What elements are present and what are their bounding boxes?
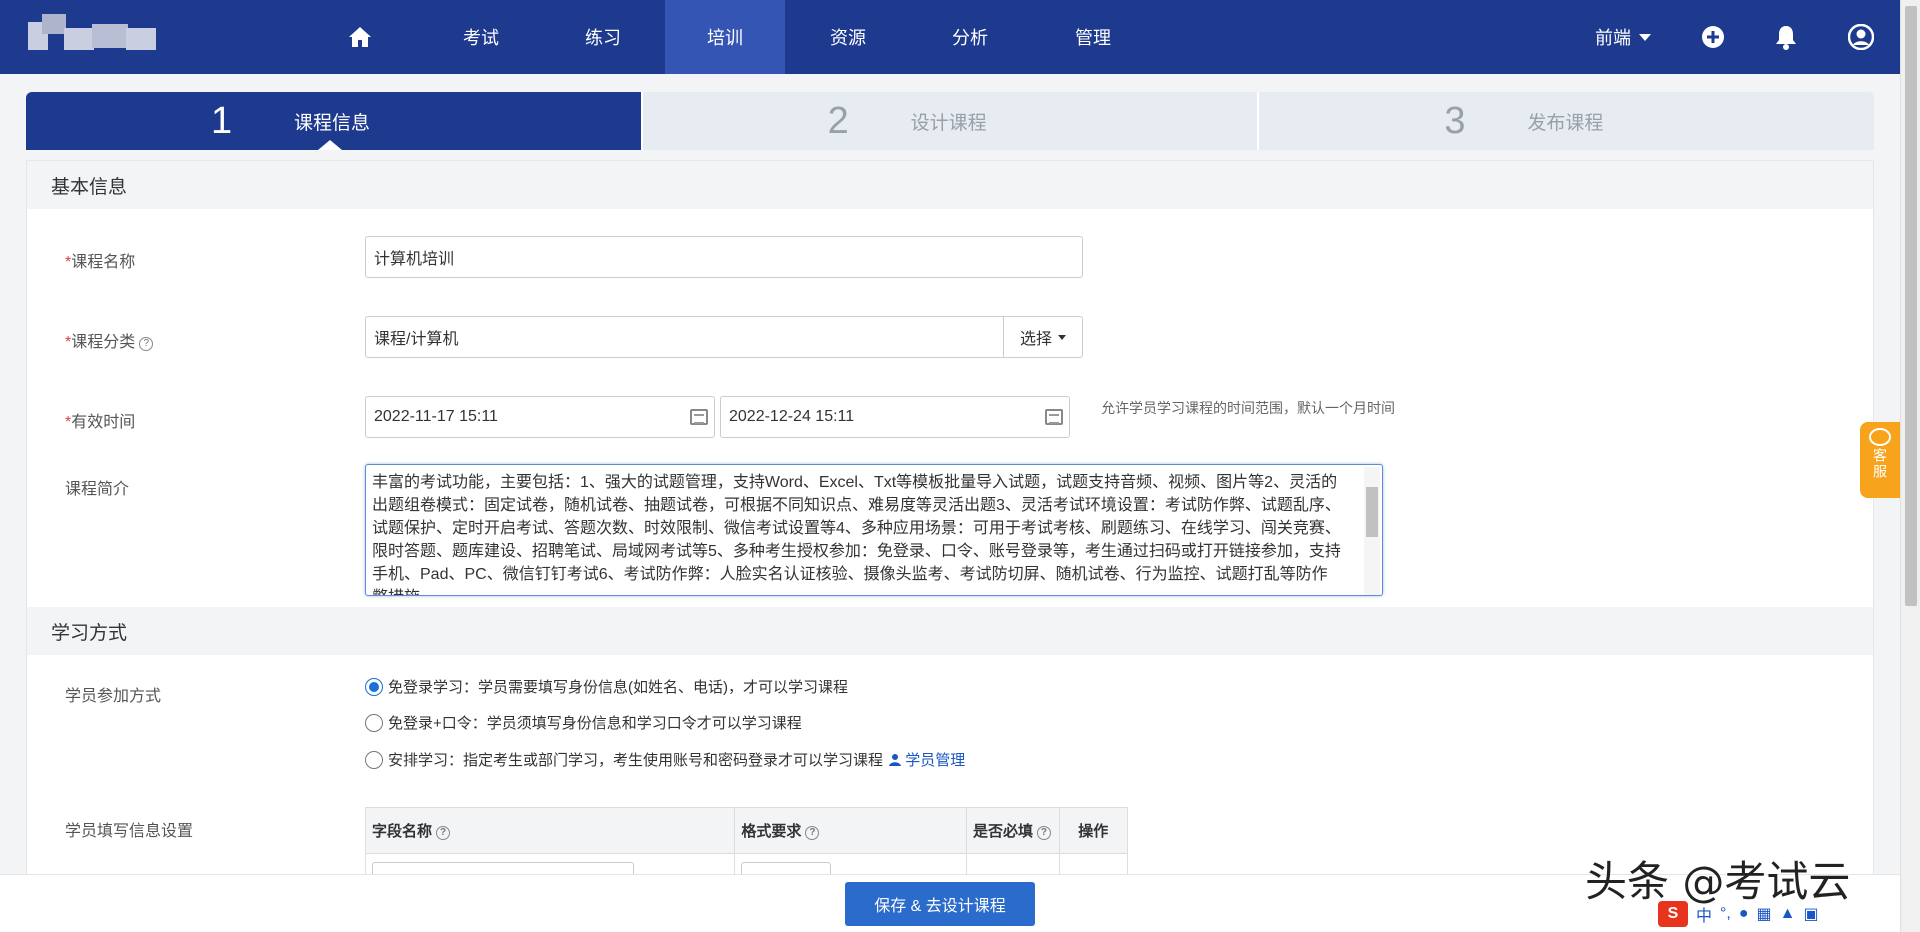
course-form: 基本信息 *课程名称 计算机培训 *课程分类? 课程/计算机 选择 *有效时间 …	[26, 160, 1874, 891]
end-time-input[interactable]: 2022-12-24 15:11	[720, 396, 1070, 438]
nav-exam[interactable]: 考试	[421, 0, 541, 74]
help-icon[interactable]: ?	[805, 826, 820, 840]
section-study-mode: 学习方式	[27, 607, 1873, 655]
step-number: 2	[827, 99, 849, 142]
add-button[interactable]	[1701, 0, 1725, 74]
chevron-down-icon	[1639, 33, 1651, 41]
nav-practice[interactable]: 练习	[543, 0, 663, 74]
logo[interactable]	[28, 14, 168, 58]
join-option-free-login[interactable]: 免登录学习：学员需要填写身份信息(如姓名、电话)，才可以学习课程	[365, 676, 848, 697]
start-time-value: 2022-11-17 15:11	[374, 408, 498, 425]
course-category-label: *课程分类?	[65, 328, 154, 352]
help-icon[interactable]: ?	[1036, 826, 1051, 840]
nav-analysis[interactable]: 分析	[910, 0, 1030, 74]
keyboard-icon: ▦	[1756, 906, 1772, 923]
headset-icon	[1869, 428, 1891, 446]
student-management-link[interactable]: 学员管理	[889, 749, 965, 770]
save-and-design-button[interactable]: 保存 & 去设计课程	[845, 882, 1035, 926]
textarea-scrollbar[interactable]	[1364, 467, 1380, 595]
skin-icon: ▲	[1779, 905, 1796, 922]
section-basic-info: 基本信息	[27, 161, 1873, 209]
plus-circle-icon	[1702, 26, 1724, 48]
toolbox-icon: ▣	[1803, 906, 1819, 923]
valid-time-hint: 允许学员学习课程的时间范围，默认一个月时间	[1101, 400, 1395, 416]
calendar-icon[interactable]	[690, 409, 708, 425]
join-option-password[interactable]: 免登录+口令：学员须填写身份信息和学习口令才可以学习课程	[365, 712, 802, 733]
col-format: 格式要求?	[734, 807, 967, 854]
bell-icon	[1776, 26, 1796, 50]
caret-down-icon	[1058, 334, 1066, 340]
step-label: 设计课程	[910, 112, 987, 134]
valid-time-label: *有效时间	[65, 414, 136, 431]
service-label: 客服	[1872, 448, 1888, 480]
join-option-assigned[interactable]: 安排学习：指定考生或部门学习，考生使用账号和密码登录才可以学习课程 学员管理	[365, 749, 965, 770]
home-icon	[349, 27, 371, 47]
end-time-value: 2022-12-24 15:11	[729, 408, 855, 425]
radio-button[interactable]	[365, 677, 383, 696]
step-number: 1	[211, 99, 233, 142]
start-time-input[interactable]: 2022-11-17 15:11	[365, 396, 715, 438]
profile-button[interactable]	[1848, 0, 1874, 74]
user-menu[interactable]: 前端	[1595, 0, 1651, 74]
course-name-label: *课程名称	[65, 254, 136, 271]
course-steps: 1 课程信息 2 设计课程 3 发布课程	[26, 92, 1874, 150]
page-scrollbar[interactable]	[1900, 0, 1920, 932]
sogou-icon: S	[1658, 901, 1688, 927]
step-number: 3	[1444, 99, 1466, 142]
help-icon[interactable]: ?	[139, 337, 154, 351]
user-icon	[889, 754, 902, 766]
radio-button[interactable]	[365, 750, 383, 769]
course-intro-textarea[interactable]: 丰富的考试功能，主要包括：1、强大的试题管理，支持Word、Excel、Txt等…	[365, 464, 1383, 596]
col-required: 是否必填?	[965, 807, 1060, 854]
step-label: 课程信息	[294, 112, 371, 134]
microphone-icon: ●	[1738, 905, 1749, 922]
top-navbar: 考试 练习 培训 资源 分析 管理 前端	[0, 0, 1900, 74]
nav-training[interactable]: 培训	[665, 0, 785, 74]
course-name-input[interactable]: 计算机培训	[365, 236, 1083, 278]
nav-management[interactable]: 管理	[1033, 0, 1153, 74]
help-icon[interactable]: ?	[436, 826, 451, 840]
col-field-name: 字段名称?	[364, 807, 736, 854]
join-mode-label: 学员参加方式	[65, 688, 162, 705]
info-settings-label: 学员填写信息设置	[65, 823, 194, 840]
calendar-icon[interactable]	[1045, 409, 1063, 425]
nav-resources[interactable]: 资源	[788, 0, 908, 74]
ime-mode-label: 中	[1696, 908, 1713, 925]
category-select-button[interactable]: 选择	[1003, 316, 1083, 358]
step-publish-course[interactable]: 3 发布课程	[1257, 92, 1874, 150]
radio-button[interactable]	[365, 713, 383, 732]
user-menu-label: 前端	[1595, 28, 1631, 48]
punctuation-icon: °,	[1720, 905, 1731, 922]
user-icon	[1848, 24, 1874, 50]
nav-home[interactable]	[300, 0, 420, 74]
ime-toolbar[interactable]: S 中 °, ● ▦ ▲ ▣	[1658, 900, 1890, 928]
step-design-course[interactable]: 2 设计课程	[640, 92, 1258, 150]
customer-service-button[interactable]: 客服	[1860, 422, 1900, 498]
notifications-button[interactable]	[1774, 0, 1798, 74]
col-action: 操作	[1058, 807, 1129, 854]
course-category-input[interactable]: 课程/计算机	[365, 316, 1005, 358]
step-label: 发布课程	[1527, 112, 1604, 134]
step-course-info[interactable]: 1 课程信息	[26, 92, 641, 150]
course-intro-text: 丰富的考试功能，主要包括：1、强大的试题管理，支持Word、Excel、Txt等…	[372, 474, 1341, 595]
section-title: 基本信息	[51, 176, 128, 198]
section-title: 学习方式	[51, 622, 128, 644]
select-button-label: 选择	[1019, 331, 1052, 348]
course-intro-label: 课程简介	[65, 481, 130, 498]
